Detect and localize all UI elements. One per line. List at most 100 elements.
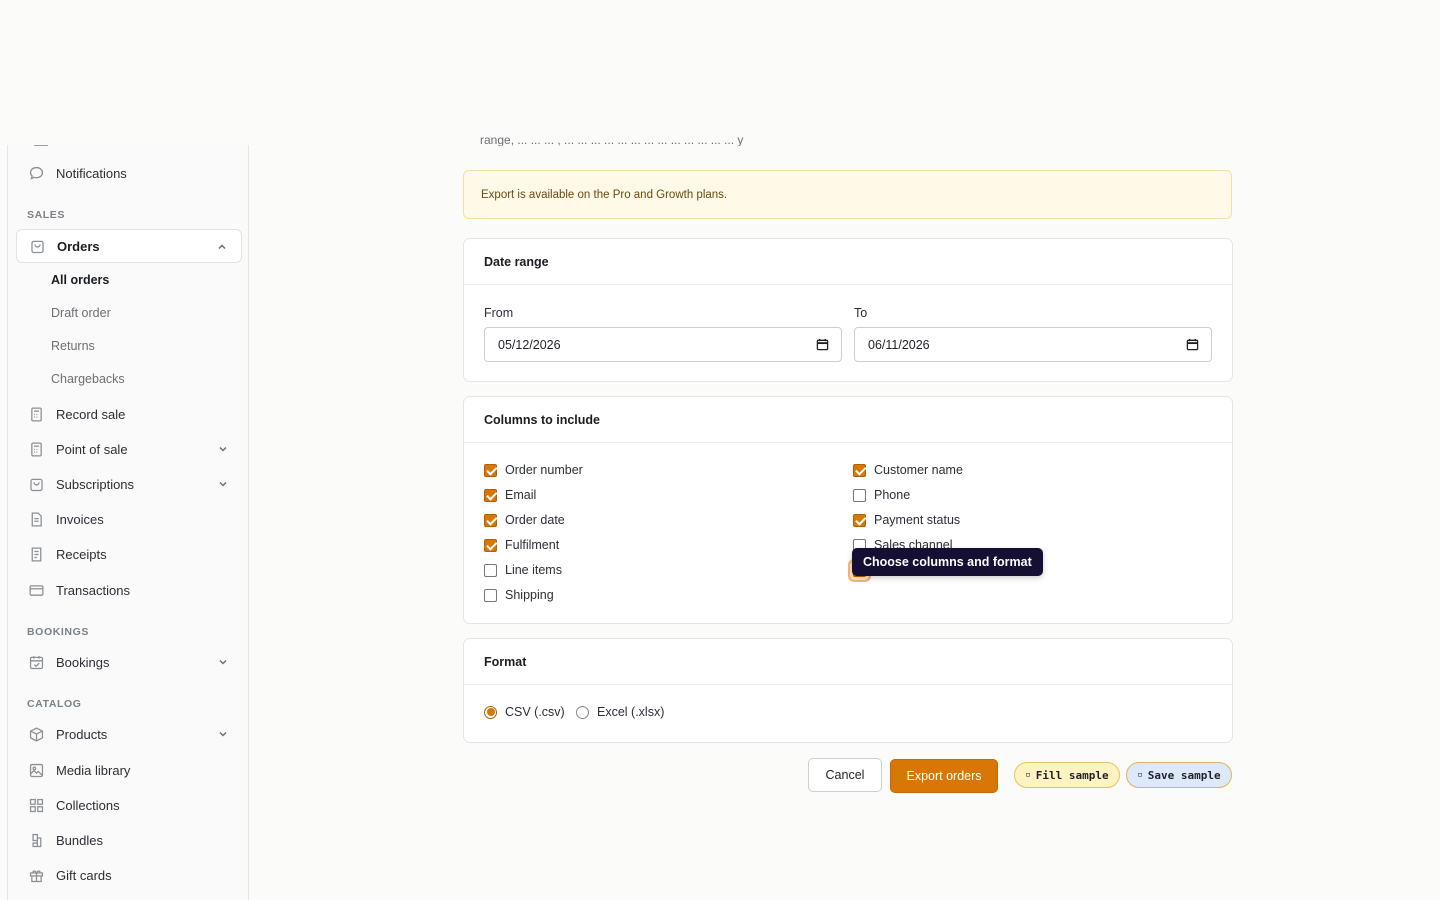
format-radio[interactable] [576,705,589,719]
shopping-bag-icon [26,474,46,494]
column-option-label: Payment status [874,513,961,527]
sidebar-item-collections[interactable]: Collections [16,788,242,822]
column-checkbox[interactable] [484,513,497,527]
section-label-sales: SALES [27,209,66,221]
sidebar-subitem-returns[interactable]: Returns [51,339,95,353]
sidebar-item-orders[interactable]: Orders [16,229,242,263]
calculator-icon [26,439,46,459]
sidebar-subitem-draft-order[interactable]: Draft order [51,306,111,320]
section-label-bookings: BOOKINGS [27,626,89,638]
card-title: Date range [464,239,1232,285]
sidebar-item-products[interactable]: Products [16,717,242,751]
fill-sample-button[interactable]: ▫ Fill sample [1014,762,1120,788]
sidebar-item-label: Products [56,726,108,742]
sidebar-item-media-library[interactable]: Media library [16,753,242,787]
column-checkbox[interactable] [484,463,497,477]
column-option[interactable]: Phone [853,488,910,502]
sidebar-subitem-chargebacks[interactable]: Chargebacks [51,372,125,386]
column-option[interactable]: Customer name [853,463,963,477]
column-checkbox[interactable] [484,563,497,577]
sidebar-item-label: Gift cards [56,867,112,883]
column-option[interactable]: Payment status [853,513,960,527]
to-date-input[interactable]: 06/11/2026 [854,327,1212,362]
date-range-card: Date range From 05/12/2026 To 06/11/2026 [463,238,1233,382]
column-option[interactable]: Line items [484,563,562,577]
sidebar-item-transactions[interactable]: Transactions [16,573,242,607]
sidebar-item-record-sale[interactable]: Record sale [16,397,242,431]
from-date-value: 05/12/2026 [498,337,561,352]
from-label: From [484,306,514,320]
section-label-catalog: CATALOG [27,698,82,710]
sidebar-item-label: Subscriptions [56,476,135,492]
export-orders-button[interactable]: Export orders [890,759,998,793]
format-option-csv[interactable]: CSV (.csv) [484,705,565,719]
receipt-icon [26,544,46,564]
sidebar-item-receipts[interactable]: Receipts [16,537,242,571]
sidebar-item-label: Receipts [56,546,107,562]
sidebar-item-invoices[interactable]: Invoices [16,502,242,536]
format-card: Format CSV (.csv) Excel (.xlsx) [463,638,1233,743]
sidebar-item-label: Notifications [56,165,127,181]
column-checkbox[interactable] [853,463,866,477]
calendar-check-icon [26,652,46,672]
cancel-button[interactable]: Cancel [808,758,882,792]
sidebar-item-bookings[interactable]: Bookings [16,645,242,679]
sidebar-item-notifications[interactable]: Notifications [16,156,242,190]
gift-icon [26,865,46,885]
shopping-bag-icon [27,236,47,256]
format-option-label: CSV (.csv) [505,705,565,719]
column-option[interactable]: Order number [484,463,583,477]
column-checkbox[interactable] [484,488,497,502]
chevron-down-icon [219,481,227,487]
column-checkbox[interactable] [853,513,866,527]
sidebar-item-subscriptions[interactable]: Subscriptions [16,467,242,501]
column-option[interactable]: Order date [484,513,565,527]
column-checkbox[interactable] [853,488,866,502]
chevron-down-icon [219,659,227,665]
calendar-icon[interactable] [1186,338,1199,351]
plan-notice-text: Export is available on the Pro and Growt… [481,188,728,201]
save-sample-button[interactable]: ▫ Save sample [1126,762,1232,788]
page-description: range, ... ... ... , ... ... ... ... ...… [480,136,744,146]
calendar-icon[interactable] [816,338,829,351]
sidebar-item-label: Bookings [56,654,110,670]
sidebar-subitem-all-orders[interactable]: All orders [51,273,109,287]
column-option[interactable]: Email [484,488,536,502]
sidebar-item-label: Point of sale [56,441,128,457]
column-option-label: Line items [505,563,562,577]
to-date-value: 06/11/2026 [868,337,930,352]
column-checkbox[interactable] [484,588,497,602]
sidebar-item-gift-cards[interactable]: Gift cards [16,858,242,892]
sidebar-item-point-of-sale[interactable]: Point of sale [16,432,242,466]
sidebar-item-label: Collections [56,797,120,813]
column-checkbox[interactable] [484,538,497,552]
grid-icon [26,795,46,815]
bundle-icon [26,830,46,850]
save-sample-label: Save sample [1147,768,1221,782]
sidebar-item-label: Record sale [56,406,126,422]
column-option-label: Shipping [505,588,554,602]
format-option-xlsx[interactable]: Excel (.xlsx) [576,705,664,719]
column-option[interactable]: Fulfilment [484,538,559,552]
column-option[interactable]: Shipping [484,588,554,602]
sidebar-item-bundles[interactable]: Bundles [16,823,242,857]
square-icon: ▫ [1025,770,1031,780]
plan-notice-banner: Export is available on the Pro and Growt… [463,170,1232,219]
column-option-label: Customer name [874,463,963,477]
credit-card-icon [26,580,46,600]
box-icon [26,724,46,744]
column-option-label: Phone [874,488,911,502]
image-icon [26,760,46,780]
sidebar-item-label: Invoices [56,511,104,527]
from-date-input[interactable]: 05/12/2026 [484,327,842,362]
chevron-up-icon [218,244,226,250]
card-title: Columns to include [464,397,1232,443]
sidebar-item-label: Orders [57,238,100,254]
format-radio[interactable] [484,705,497,719]
sidebar-item-label: Transactions [56,582,130,598]
document-icon [26,509,46,529]
chevron-down-icon [219,731,227,737]
tooltip: Choose columns and format [852,548,1043,576]
column-option-label: Email [505,488,537,502]
square-icon: ▫ [1137,770,1143,780]
